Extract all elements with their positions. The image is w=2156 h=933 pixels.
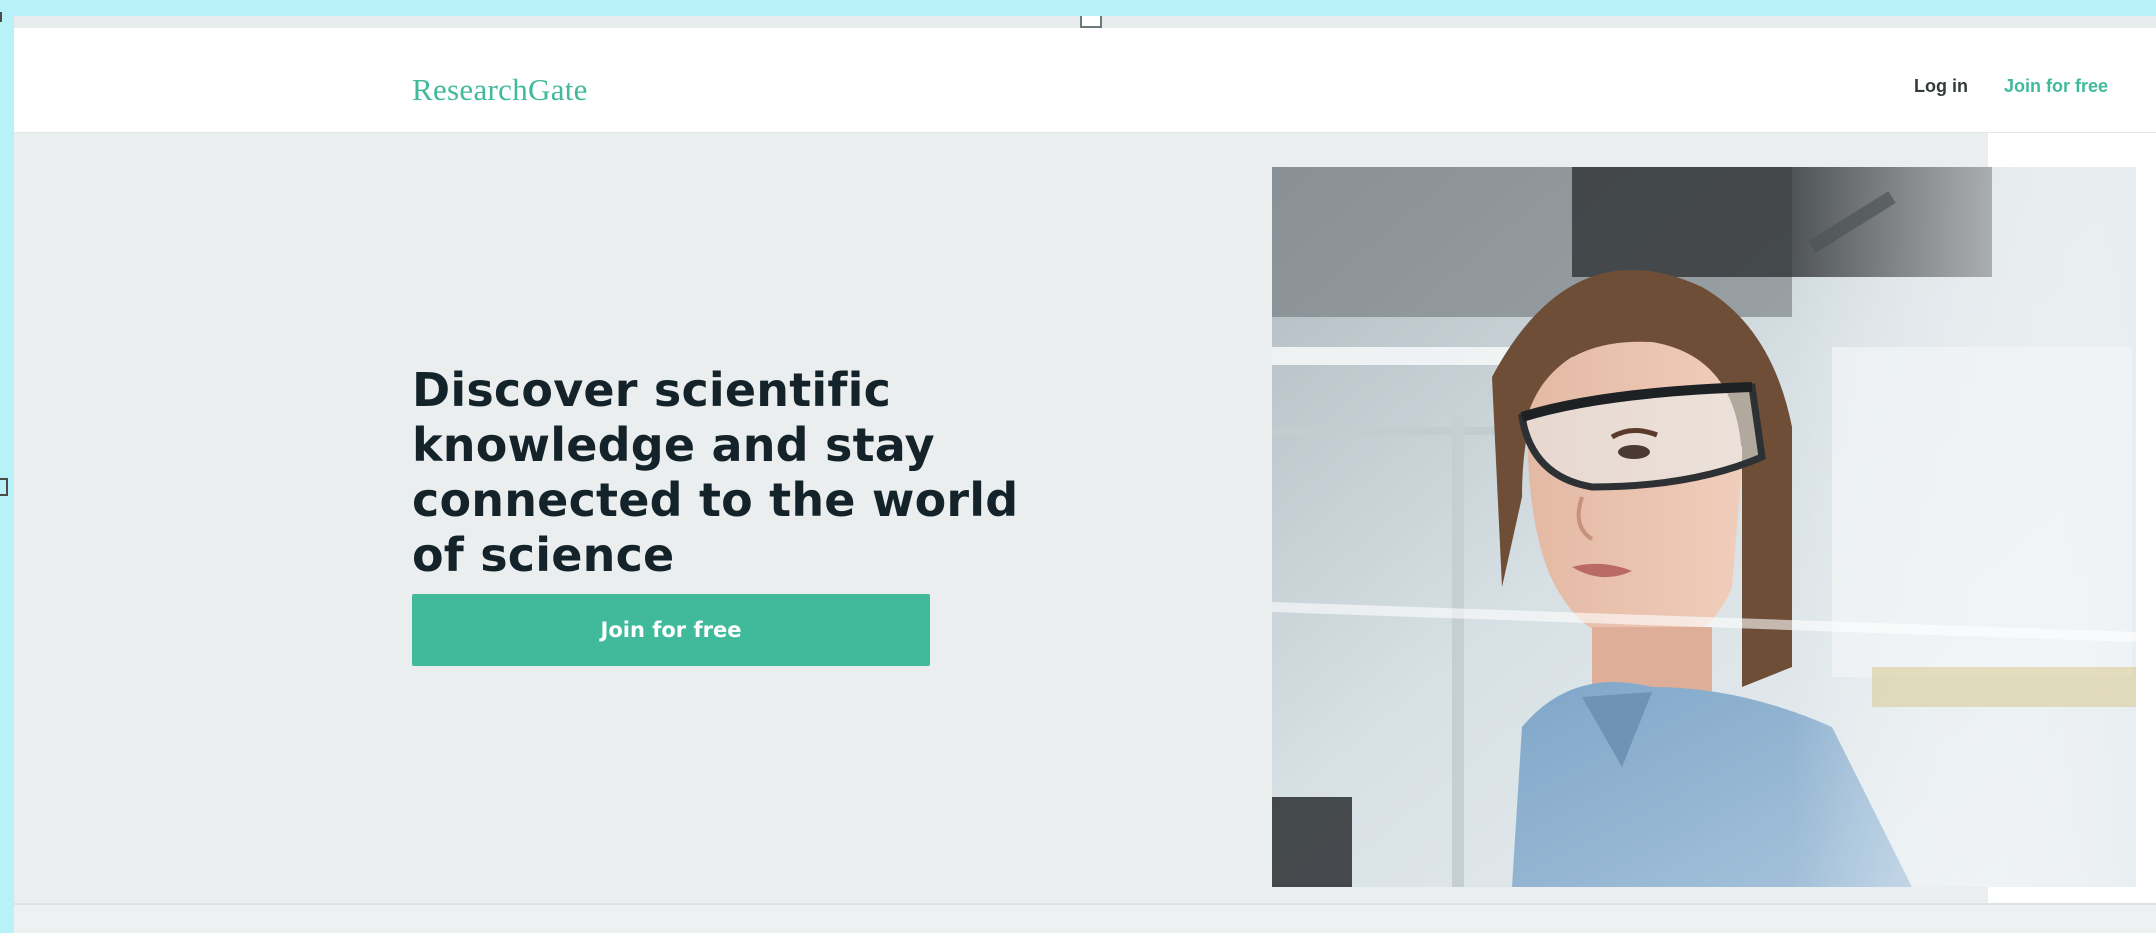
scientist-photo xyxy=(1272,167,2136,887)
hero-headline: Discover scientific knowledge and stay c… xyxy=(412,363,1019,582)
browser-viewport: ResearchGate Log in Join for free Discov… xyxy=(14,16,2156,933)
window-resize-handle[interactable] xyxy=(1080,16,1102,28)
scientist-photo-illustration xyxy=(1272,167,2136,887)
researchgate-logo[interactable]: ResearchGate xyxy=(412,72,588,108)
login-link[interactable]: Log in xyxy=(1914,76,1968,97)
site-header: ResearchGate Log in Join for free xyxy=(14,28,2156,133)
window-edge-mark xyxy=(0,12,8,22)
join-for-free-button[interactable]: Join for free xyxy=(412,594,930,666)
window-resize-mark[interactable] xyxy=(0,478,8,496)
join-link[interactable]: Join for free xyxy=(2004,76,2108,97)
page-footer-strip xyxy=(14,903,2156,933)
